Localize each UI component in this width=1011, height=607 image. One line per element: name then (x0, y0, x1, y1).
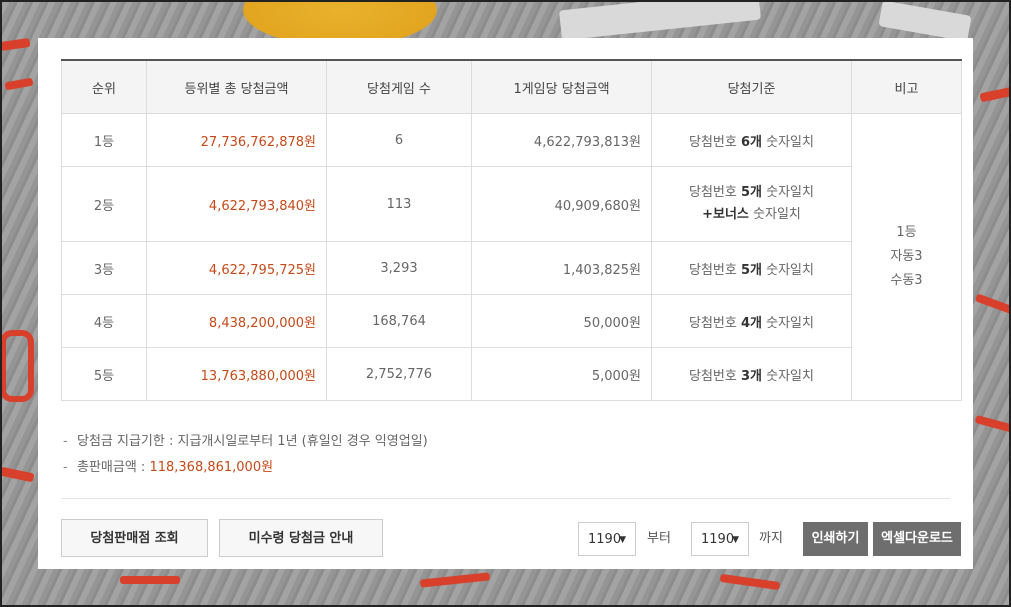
table-row: 5등 13,763,880,000원 2,752,776 5,000원 당첨번호… (61, 347, 962, 401)
total-sales-note: - 총판매금액 : 118,368,861,000원 (63, 455, 950, 481)
prize-per-game-cell: 1,403,825원 (471, 241, 652, 295)
prize-per-game-cell: 5,000원 (471, 347, 652, 401)
chevron-down-icon: ▼ (619, 535, 626, 545)
total-prize-cell: 13,763,880,000원 (146, 347, 327, 401)
round-to-select[interactable]: 1190 ▼ (691, 522, 749, 556)
criteria-cell: 당첨번호 3개 숫자일치 (651, 347, 852, 401)
header-prize-per-game: 1게임당 당첨금액 (471, 59, 652, 114)
remark-rank: 1등 (896, 225, 917, 240)
action-bar: 당첨판매점 조회 미수령 당첨금 안내 1190 ▼ 부터 1190 ▼ 까지 … (61, 519, 961, 579)
divider (61, 498, 950, 499)
header-total-prize: 등위별 총 당첨금액 (146, 59, 327, 114)
total-sales-value: 118,368,861,000원 (149, 460, 274, 475)
remark-cell: 1등 자동3 수동3 (851, 113, 962, 401)
rank-cell: 5등 (61, 347, 147, 401)
rank-cell: 4등 (61, 294, 147, 348)
total-prize-cell: 8,438,200,000원 (146, 294, 327, 348)
header-rank: 순위 (61, 59, 147, 114)
to-label: 까지 (759, 531, 783, 546)
bullet-dash: - (63, 460, 68, 475)
round-from-value: 1190 (588, 532, 622, 547)
unclaimed-prize-button[interactable]: 미수령 당첨금 안내 (219, 519, 383, 557)
winning-games-cell: 3,293 (326, 241, 472, 295)
round-to-value: 1190 (701, 532, 735, 547)
store-lookup-button[interactable]: 당첨판매점 조회 (61, 519, 208, 557)
payment-deadline-text: 당첨금 지급기한 : 지급개시일로부터 1년 (휴일인 경우 익영업일) (77, 434, 428, 449)
prize-table: 순위 등위별 총 당첨금액 당첨게임 수 1게임당 당첨금액 당첨기준 비고 1… (61, 59, 962, 401)
winning-games-cell: 113 (326, 166, 472, 242)
header-criteria: 당첨기준 (651, 59, 852, 114)
total-prize-cell: 4,622,793,840원 (146, 166, 327, 242)
rank-cell: 3등 (61, 241, 147, 295)
winning-games-cell: 2,752,776 (326, 347, 472, 401)
round-from-select[interactable]: 1190 ▼ (578, 522, 636, 556)
rank-cell: 2등 (61, 166, 147, 242)
criteria-cell: 당첨번호 4개 숫자일치 (651, 294, 852, 348)
header-remark: 비고 (851, 59, 962, 114)
remark-auto: 자동3 (890, 249, 923, 264)
prize-per-game-cell: 40,909,680원 (471, 166, 652, 242)
results-panel: 순위 등위별 총 당첨금액 당첨게임 수 1게임당 당첨금액 당첨기준 비고 1… (38, 38, 973, 569)
prize-per-game-cell: 50,000원 (471, 294, 652, 348)
total-prize-cell: 27,736,762,878원 (146, 113, 327, 167)
notes-section: - 당첨금 지급기한 : 지급개시일로부터 1년 (휴일인 경우 익영업일) -총… (61, 429, 950, 481)
rank-cell: 1등 (61, 113, 147, 167)
total-prize-cell: 4,622,795,725원 (146, 241, 327, 295)
excel-download-button[interactable]: 엑셀다운로드 (873, 522, 961, 556)
winning-games-cell: 168,764 (326, 294, 472, 348)
prize-per-game-cell: 4,622,793,813원 (471, 113, 652, 167)
payment-deadline-note: - 당첨금 지급기한 : 지급개시일로부터 1년 (휴일인 경우 익영업일) (63, 429, 950, 455)
table-header-row: 순위 등위별 총 당첨금액 당첨게임 수 1게임당 당첨금액 당첨기준 비고 (61, 59, 962, 114)
bullet-dash: - (63, 434, 68, 449)
table-row: 2등 4,622,793,840원 113 40,909,680원 당첨번호 5… (61, 166, 962, 242)
criteria-cell: 당첨번호 5개 숫자일치 (651, 241, 852, 295)
print-button[interactable]: 인쇄하기 (803, 522, 868, 556)
winning-games-cell: 6 (326, 113, 472, 167)
table-row: 4등 8,438,200,000원 168,764 50,000원 당첨번호 4… (61, 294, 962, 348)
remark-manual: 수동3 (890, 273, 923, 288)
table-row: 1등 27,736,762,878원 6 4,622,793,813원 당첨번호… (61, 113, 962, 401)
table-row: 3등 4,622,795,725원 3,293 1,403,825원 당첨번호 … (61, 241, 962, 295)
from-label: 부터 (647, 531, 671, 546)
criteria-cell: 당첨번호 5개 숫자일치 +보너스 숫자일치 (651, 166, 852, 242)
chevron-down-icon: ▼ (732, 535, 739, 545)
header-winning-games: 당첨게임 수 (326, 59, 472, 114)
total-sales-label: 총판매금액 : (77, 460, 150, 475)
criteria-cell: 당첨번호 6개 숫자일치 (651, 113, 852, 167)
